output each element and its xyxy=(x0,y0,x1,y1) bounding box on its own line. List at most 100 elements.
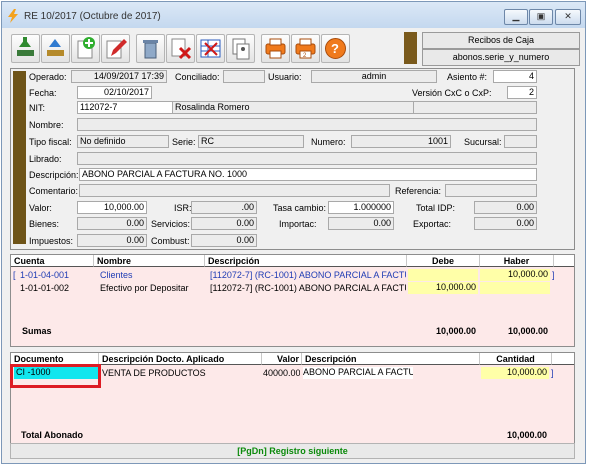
grid-button[interactable] xyxy=(196,34,225,63)
col-haber-header[interactable]: Haber xyxy=(480,255,554,267)
referencia-label: Referencia: xyxy=(395,186,442,196)
maximize-icon: ▣ xyxy=(536,11,546,21)
haber-cell[interactable]: 10,000.00 xyxy=(480,269,550,281)
valor-cell: 40000.00 xyxy=(263,368,300,378)
status-bar[interactable]: [PgDn] Registro siguiente xyxy=(10,443,575,459)
servicios-field: 0.00 xyxy=(191,217,257,230)
debe-cell[interactable] xyxy=(408,269,478,281)
tasa-label: Tasa cambio: xyxy=(273,203,327,213)
nombre-cell: Efectivo por Depositar xyxy=(100,283,189,293)
idp-label: Total IDP: xyxy=(416,203,456,213)
serie-label: Serie: xyxy=(172,137,196,147)
total-abonado-label: Total Abonado xyxy=(21,430,83,440)
col-debe-header[interactable]: Debe xyxy=(407,255,480,267)
row-bracket-right: ] xyxy=(552,270,555,280)
impuestos-field: 0.00 xyxy=(77,234,147,247)
isr-label: ISR: xyxy=(174,203,192,213)
minimize-icon: ▁ xyxy=(512,11,520,21)
isr-field: .00 xyxy=(191,201,257,214)
bienes-field: 0.00 xyxy=(77,217,147,230)
help-button[interactable]: ? xyxy=(321,34,350,63)
col-valor-header[interactable]: Valor xyxy=(262,353,302,365)
idp-field: 0.00 xyxy=(474,201,537,214)
table-row[interactable]: [ 1-01-04-001 Clientes [112072-7] (RC-10… xyxy=(11,269,574,281)
minimize-button[interactable]: ▁ xyxy=(504,9,528,25)
col-descripcion-header[interactable]: Descripción xyxy=(205,255,407,267)
referencia-field[interactable] xyxy=(445,184,537,197)
edit-button[interactable] xyxy=(101,34,130,63)
sucursal-field xyxy=(504,135,537,148)
librado-label: Librado: xyxy=(29,154,62,164)
col-spacer-header xyxy=(554,255,574,267)
descripcion-cell: [112072-7] (RC-1001) ABONO PARCIAL A FAC… xyxy=(210,283,406,293)
valor-field[interactable]: 10,000.00 xyxy=(77,201,147,214)
debe-cell[interactable]: 10,000.00 xyxy=(408,282,478,294)
col-nombre-header[interactable]: Nombre xyxy=(94,255,205,267)
delete-button[interactable] xyxy=(136,34,165,63)
cuenta-cell: 1-01-04-001 xyxy=(20,270,70,280)
fecha-field[interactable]: 02/10/2017 xyxy=(77,86,152,99)
print-button[interactable] xyxy=(261,34,290,63)
asiento-label: Asiento #: xyxy=(447,72,488,82)
descripcion-field[interactable]: ABONO PARCIAL A FACTURA NO. 1000 xyxy=(79,168,537,181)
col-cantidad-header[interactable]: Cantidad xyxy=(480,353,552,365)
cantidad-cell[interactable]: 10,000.00 xyxy=(481,367,549,379)
sumas-haber: 10,000.00 xyxy=(507,326,548,336)
librado-field[interactable] xyxy=(77,152,537,165)
save-button[interactable] xyxy=(41,34,70,63)
col-cuenta-header[interactable]: Cuenta xyxy=(11,255,94,267)
sucursal-label: Sucursal: xyxy=(464,137,502,147)
combust-label: Combust: xyxy=(151,236,190,246)
numero-label: Numero: xyxy=(311,137,346,147)
row-bracket-left: [ xyxy=(13,270,16,280)
add-button[interactable] xyxy=(71,34,100,63)
nombre-label: Nombre: xyxy=(29,120,64,130)
combust-field: 0.00 xyxy=(191,234,257,247)
importac-label: Importac: xyxy=(279,219,317,229)
series-name: abonos.serie_y_numero xyxy=(422,49,580,66)
numero-field: 1001 xyxy=(351,135,451,148)
tipo-fiscal-label: Tipo fiscal: xyxy=(29,137,72,147)
haber-cell[interactable] xyxy=(480,282,550,294)
col-descripcion-docto-header[interactable]: Descripción Docto. Aplicado xyxy=(99,353,262,365)
descripcion-cell: [112072-7] (RC-1001) ABONO PARCIAL A FAC… xyxy=(210,270,406,280)
descripcion-cell[interactable]: ABONO PARCIAL A FACTURA xyxy=(303,367,413,379)
maximize-button[interactable]: ▣ xyxy=(529,9,553,25)
tasa-field[interactable]: 1.000000 xyxy=(328,201,394,214)
download-icon xyxy=(17,37,34,56)
usuario-field: admin xyxy=(311,70,437,83)
nit-label: NIT: xyxy=(29,103,46,113)
printer-2-icon: 2 xyxy=(295,38,316,59)
conciliado-label: Conciliado: xyxy=(175,72,220,82)
nombre-field[interactable] xyxy=(77,118,537,131)
print-2-button[interactable]: 2 xyxy=(291,34,320,63)
cancel-doc-button[interactable] xyxy=(166,34,195,63)
exportac-field: 0.00 xyxy=(474,217,537,230)
table-row[interactable]: 1-01-01-002 Efectivo por Depositar [1120… xyxy=(11,282,574,294)
importac-field: 0.00 xyxy=(328,217,394,230)
copy-button[interactable] xyxy=(226,34,255,63)
module-name: Recibos de Caja xyxy=(422,32,580,49)
col-descripcion-header[interactable]: Descripción xyxy=(302,353,480,365)
comentario-field[interactable] xyxy=(79,184,390,197)
nit-name-field: Rosalinda Romero xyxy=(172,101,414,114)
comentario-label: Comentario: xyxy=(29,186,79,196)
version-field[interactable]: 2 xyxy=(507,86,537,99)
close-icon: ✕ xyxy=(564,11,572,21)
add-doc-icon xyxy=(77,37,95,59)
trash-icon xyxy=(143,40,158,59)
servicios-label: Servicios: xyxy=(151,219,191,229)
nit-field[interactable]: 112072-7 xyxy=(77,101,173,114)
version-label: Versión CxC o CxP: xyxy=(412,88,492,98)
new-record-button[interactable] xyxy=(11,34,40,63)
asiento-field[interactable]: 4 xyxy=(493,70,537,83)
printer-icon xyxy=(265,38,286,59)
close-button[interactable]: ✕ xyxy=(555,9,581,25)
usuario-label: Usuario: xyxy=(268,72,302,82)
descripcion-label: Descripción: xyxy=(29,170,79,180)
sumas-debe: 10,000.00 xyxy=(435,326,476,336)
journal-grid: Cuenta Nombre Descripción Debe Haber [ 1… xyxy=(10,254,575,347)
nombre-cell: Clientes xyxy=(100,270,133,280)
highlight-box xyxy=(10,364,101,388)
operado-label: Operado: xyxy=(29,72,67,82)
